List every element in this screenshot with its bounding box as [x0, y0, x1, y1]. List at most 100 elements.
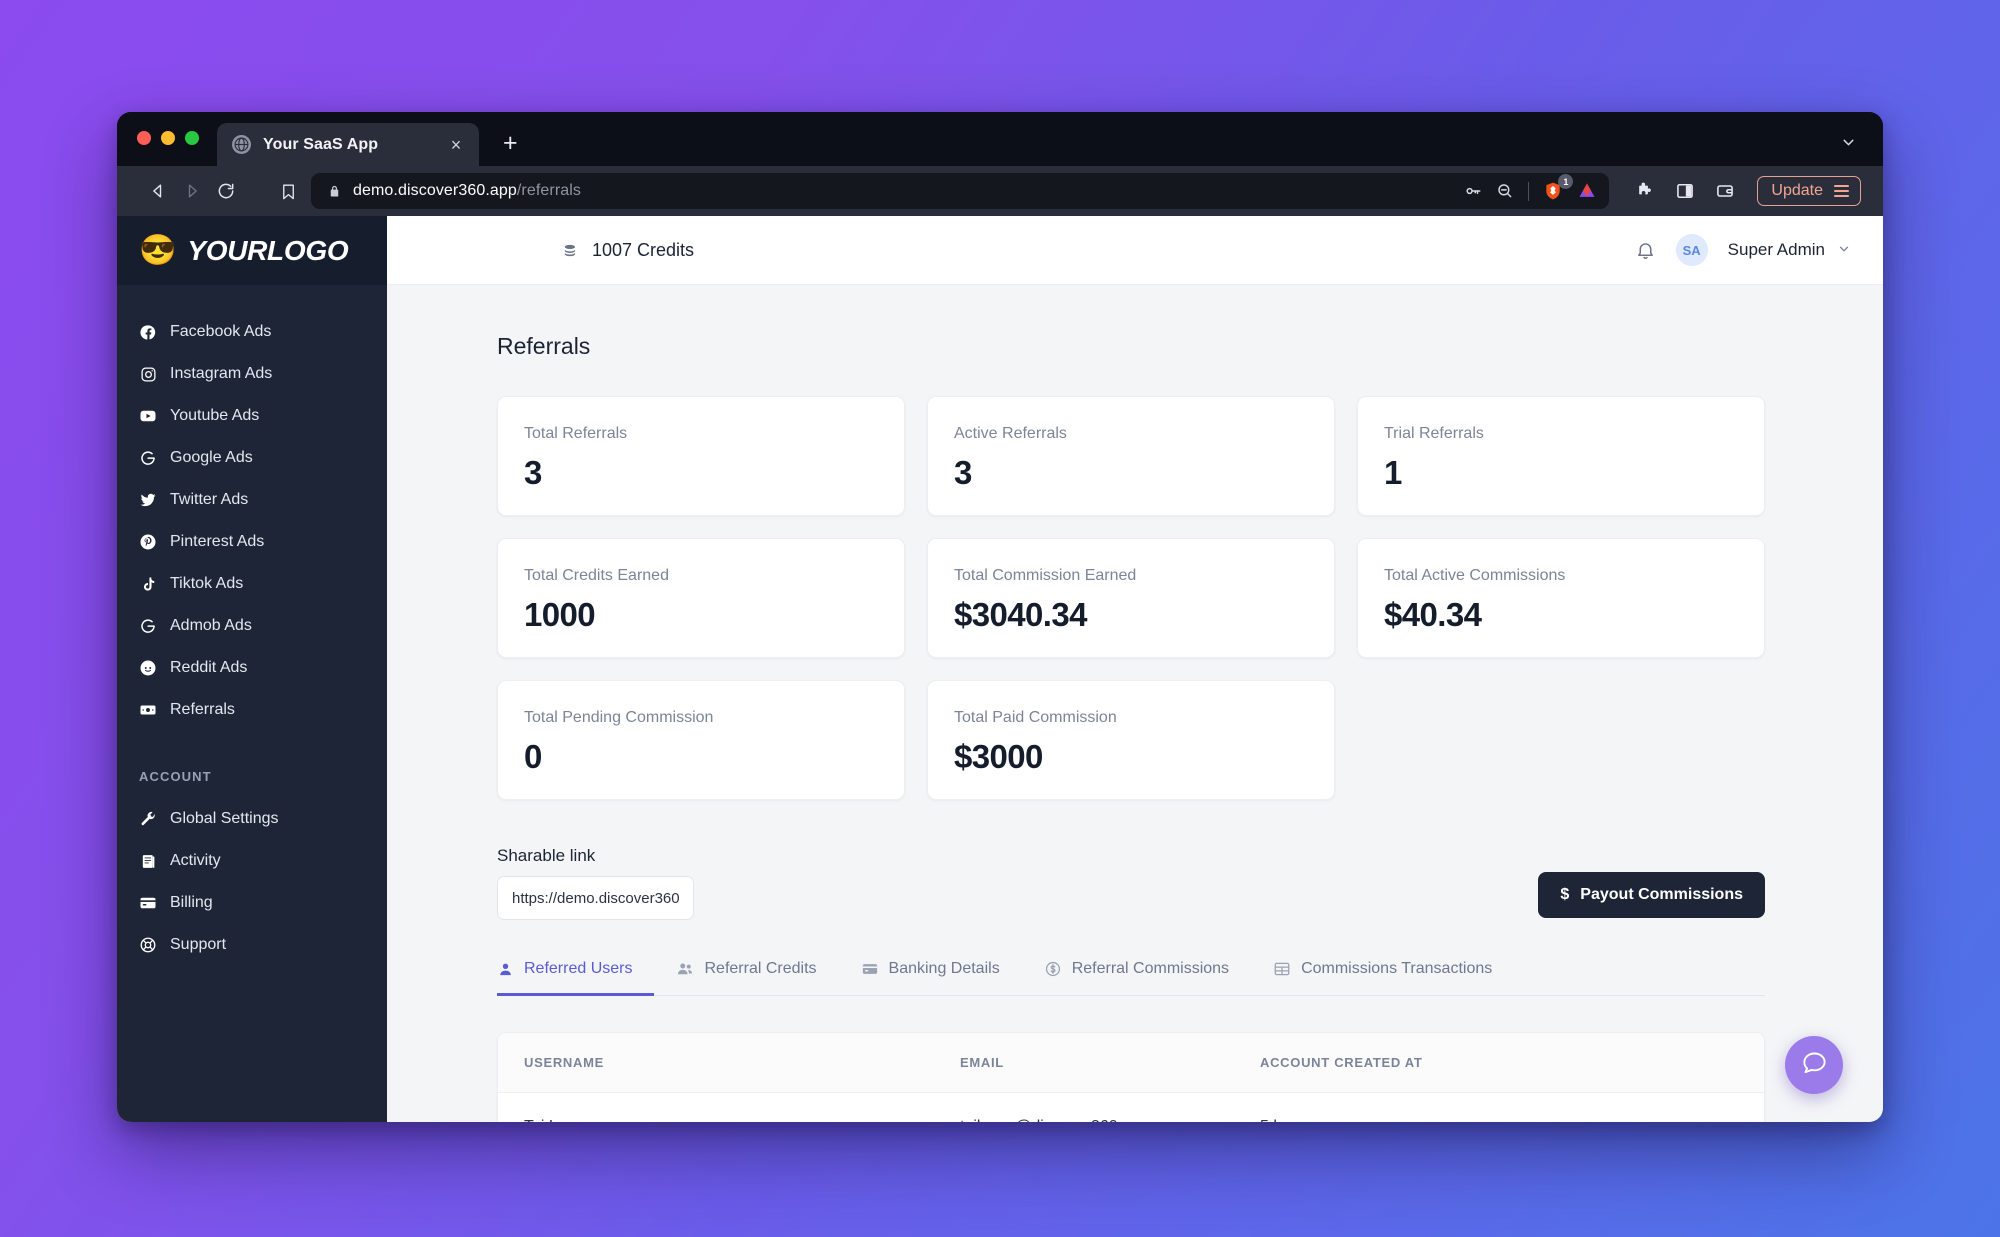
maximize-window-button[interactable]	[185, 130, 199, 145]
sunglasses-face-icon: 😎	[139, 233, 177, 267]
avatar[interactable]: SA	[1675, 234, 1708, 266]
new-tab-button[interactable]: +	[503, 131, 518, 156]
tab-referral-commissions[interactable]: Referral Commissions	[1044, 960, 1251, 996]
google-icon	[139, 449, 157, 467]
sidebar-item-activity[interactable]: Activity	[117, 840, 387, 882]
back-button[interactable]	[143, 176, 173, 206]
minimize-window-button[interactable]	[161, 130, 175, 145]
cell-created-at: 5 hours ago	[1234, 1092, 1764, 1122]
sidebar-item-admob-ads[interactable]: Admob Ads	[117, 605, 387, 647]
sidebar-item-label: Google Ads	[170, 449, 253, 466]
sidebar-item-label: Billing	[170, 894, 213, 911]
sidebar-item-label: Facebook Ads	[170, 323, 272, 340]
address-bar-actions: 1	[1464, 174, 1597, 201]
sidebar-item-reddit-ads[interactable]: Reddit Ads	[117, 647, 387, 689]
credits-indicator[interactable]: 1007 Credits	[562, 240, 694, 261]
forward-button[interactable]	[177, 176, 207, 206]
sidebar-item-label: Referrals	[170, 701, 235, 718]
brave-shield-count: 1	[1558, 174, 1574, 189]
sidebar-item-label: Instagram Ads	[170, 365, 273, 382]
brave-shields-icon[interactable]: 1	[1543, 174, 1574, 201]
close-tab-button[interactable]: ×	[446, 136, 466, 154]
pinterest-icon	[139, 533, 157, 551]
payout-commissions-button[interactable]: $ Payout Commissions	[1538, 872, 1765, 918]
stat-card-placeholder	[1357, 680, 1765, 800]
bell-icon[interactable]	[1635, 240, 1656, 261]
sidebar-item-global-settings[interactable]: Global Settings	[117, 798, 387, 840]
tab-commissions-transactions[interactable]: Commissions Transactions	[1273, 960, 1514, 996]
tab-banking-details[interactable]: Banking Details	[861, 960, 1022, 996]
content-tabs: Referred Users Referral Credits Banking …	[497, 960, 1765, 996]
tiktok-icon	[139, 576, 157, 593]
stat-card-label: Trial Referrals	[1384, 425, 1484, 442]
tab-referral-credits[interactable]: Referral Credits	[676, 960, 838, 996]
sidebar-toggle-icon[interactable]	[1675, 181, 1695, 201]
sidebar-item-twitter-ads[interactable]: Twitter Ads	[117, 479, 387, 521]
browser-window: Your SaaS App × + demo.discover360.app/r…	[117, 112, 1883, 1122]
zoom-out-icon[interactable]	[1496, 182, 1514, 200]
chevron-down-icon[interactable]	[1840, 134, 1857, 154]
table-row[interactable]: Tai Lopez tailopez@discover360.app 5 hou…	[498, 1092, 1764, 1122]
tab-label: Banking Details	[888, 960, 1000, 977]
tab-label: Commissions Transactions	[1301, 960, 1493, 977]
column-header-username: USERNAME	[498, 1033, 934, 1093]
password-key-icon[interactable]	[1464, 182, 1482, 200]
sidebar-item-billing[interactable]: Billing	[117, 882, 387, 924]
sidebar-section-account: ACCOUNT	[139, 769, 212, 784]
banknote-icon	[139, 701, 157, 719]
update-button[interactable]: Update	[1757, 176, 1861, 206]
stat-card-value: 3	[524, 454, 542, 491]
stat-card: Total Active Commissions $40.34	[1357, 538, 1765, 658]
browser-tab[interactable]: Your SaaS App ×	[217, 123, 479, 166]
user-icon	[497, 961, 514, 978]
reload-button[interactable]	[211, 176, 241, 206]
stat-card-label: Active Referrals	[954, 425, 1067, 442]
sidebar-item-instagram-ads[interactable]: Instagram Ads	[117, 353, 387, 395]
sidebar-item-youtube-ads[interactable]: Youtube Ads	[117, 395, 387, 437]
page-title: Referrals	[497, 333, 591, 359]
address-bar[interactable]: demo.discover360.app/referrals 1	[311, 173, 1610, 209]
stat-card-label: Total Credits Earned	[524, 567, 669, 584]
brave-rewards-icon[interactable]	[1577, 181, 1597, 201]
sidebar-item-label: Tiktok Ads	[170, 575, 244, 592]
dollar-circle-icon	[1044, 960, 1062, 978]
sidebar-item-referrals[interactable]: Referrals	[117, 689, 387, 731]
browser-toolbar: demo.discover360.app/referrals 1 Update	[117, 166, 1883, 216]
sharable-link-group: Sharable link	[497, 846, 694, 920]
table-header-row: USERNAME EMAIL ACCOUNT CREATED AT	[498, 1033, 1764, 1093]
sharable-link-label: Sharable link	[497, 846, 596, 865]
stat-card-label: Total Paid Commission	[954, 709, 1117, 726]
sidebar-item-pinterest-ads[interactable]: Pinterest Ads	[117, 521, 387, 563]
lock-icon	[327, 184, 342, 199]
app-header-actions: SA Super Admin	[1635, 234, 1851, 266]
bookmark-icon[interactable]	[273, 176, 303, 206]
sharable-link-input[interactable]	[497, 876, 694, 920]
menu-hamburger-icon[interactable]	[1834, 185, 1849, 197]
close-window-button[interactable]	[137, 130, 151, 145]
chevron-down-icon[interactable]	[1837, 242, 1851, 259]
stat-card-value: $40.34	[1384, 596, 1482, 633]
chat-widget-button[interactable]	[1785, 1036, 1843, 1094]
cell-username: Tai Lopez	[498, 1092, 934, 1122]
tab-referred-users[interactable]: Referred Users	[497, 960, 655, 996]
sidebar-item-facebook-ads[interactable]: Facebook Ads	[117, 311, 387, 353]
stat-card: Total Referrals 3	[497, 396, 905, 516]
sidebar-item-support[interactable]: Support	[117, 924, 387, 966]
sidebar-item-google-ads[interactable]: Google Ads	[117, 437, 387, 479]
wrench-icon	[139, 811, 157, 828]
window-controls	[137, 112, 217, 166]
sidebar-item-tiktok-ads[interactable]: Tiktok Ads	[117, 563, 387, 605]
wallet-icon[interactable]	[1715, 181, 1735, 201]
lifebuoy-icon	[139, 936, 157, 954]
browser-tabstrip: Your SaaS App × +	[117, 112, 1883, 166]
stat-card: Trial Referrals 1	[1357, 396, 1765, 516]
browser-toolbar-actions: Update	[1635, 176, 1861, 206]
sidebar-item-label: Global Settings	[170, 810, 279, 827]
sharable-link-row: Sharable link $ Payout Commissions	[497, 846, 1765, 920]
instagram-icon	[139, 366, 157, 383]
table-icon	[1273, 960, 1291, 978]
extensions-puzzle-icon[interactable]	[1635, 181, 1655, 201]
user-name[interactable]: Super Admin	[1728, 240, 1825, 260]
brand-logo[interactable]: 😎 YOURLOGO	[117, 216, 387, 285]
stat-card-value: $3000	[954, 738, 1043, 775]
